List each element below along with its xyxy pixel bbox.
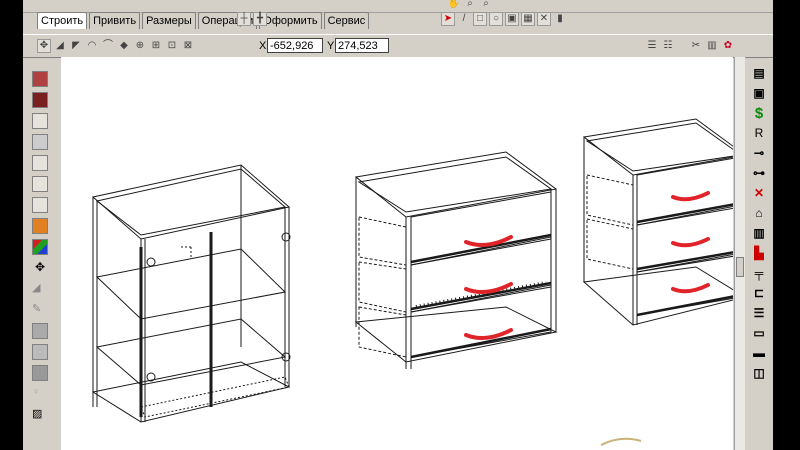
- handle-4: [671, 191, 710, 202]
- y-coord-label: Y: [327, 40, 335, 52]
- frame-icon[interactable]: [32, 176, 48, 192]
- right-letterbox: [773, 0, 800, 450]
- snap-move-icon[interactable]: ✥: [37, 39, 51, 53]
- screw-icon[interactable]: ⊸: [751, 145, 767, 161]
- menu-tabs: Строить Привить Размеры Операции Оформит…: [37, 12, 370, 30]
- panel-icon[interactable]: [32, 134, 48, 150]
- select-arrow-icon[interactable]: ➤: [441, 12, 455, 26]
- cabinet-icon[interactable]: ⌂: [751, 205, 767, 221]
- left-letterbox: [0, 0, 23, 450]
- lamp-icon[interactable]: ♀: [32, 386, 48, 402]
- door-icon[interactable]: ▥: [705, 39, 719, 53]
- bottom-icon[interactable]: ▬: [751, 345, 767, 361]
- zoom-out-icon[interactable]: ⌕: [479, 0, 493, 9]
- rail-icon[interactable]: ╤: [751, 265, 767, 281]
- shelf-tool-icon[interactable]: ☰: [751, 305, 767, 321]
- edit-icon[interactable]: ✎: [32, 302, 48, 318]
- circle-tool-icon[interactable]: ○: [489, 12, 503, 26]
- snap-solid-icon[interactable]: ◆: [117, 39, 131, 53]
- snap-arc-icon[interactable]: ◠: [85, 39, 99, 53]
- box-icon[interactable]: [32, 71, 48, 87]
- right-toolbar: ▤ ▣ $ R ⊸ ⊶ ✕ ⌂ ▥ ▙ ╤ ⊏ ☰ ▭ ▬ ◫: [745, 57, 773, 450]
- zoom-toolbar: ✋ ⌕ ⌕: [447, 0, 493, 9]
- box-dark-icon[interactable]: [32, 92, 48, 108]
- list-icon[interactable]: ☰: [645, 39, 659, 53]
- furniture-wireframe: [91, 118, 733, 446]
- dowel-icon[interactable]: ⊶: [751, 165, 767, 181]
- x-coord-label: X: [259, 40, 267, 52]
- move-icon[interactable]: ✥: [32, 260, 48, 276]
- hinge-icon[interactable]: ▥: [751, 225, 767, 241]
- chest-of-drawers-large: [354, 151, 558, 369]
- stack-icon[interactable]: [32, 155, 48, 171]
- tab-format[interactable]: Оформить: [259, 12, 322, 29]
- list-tree-icon[interactable]: ☷: [661, 39, 675, 53]
- cad-window: Строить Привить Размеры Операции Оформит…: [23, 0, 773, 450]
- coord-right-toolbar: ☰ ☷ ✂ ▥ ✿: [645, 39, 735, 53]
- vertical-scrollbar[interactable]: [734, 57, 745, 450]
- delete-tool-icon[interactable]: ✕: [537, 12, 551, 26]
- handle-6: [671, 283, 710, 294]
- x-coord-field[interactable]: -652,926: [267, 38, 323, 53]
- snap-point-icon[interactable]: ╋: [253, 12, 267, 26]
- snap-curve-icon[interactable]: ⌒: [101, 39, 115, 53]
- snap-tangent-icon[interactable]: ⊡: [165, 39, 179, 53]
- tab-snap[interactable]: Привить: [89, 12, 141, 29]
- color-cube-icon[interactable]: [32, 239, 48, 255]
- cursor-trail: [600, 437, 642, 446]
- mirror-icon[interactable]: [32, 344, 48, 360]
- select-icon[interactable]: ◢: [32, 281, 48, 297]
- pan-icon[interactable]: ✋: [447, 0, 461, 9]
- box-3d-icon[interactable]: ◫: [751, 365, 767, 381]
- wireframe-box-icon[interactable]: [32, 197, 48, 213]
- zoom-in-icon[interactable]: ⌕: [463, 0, 477, 9]
- camera-icon[interactable]: ▨: [32, 407, 48, 423]
- chart-tool-icon[interactable]: ▮: [553, 12, 567, 26]
- mini-toolbar: ┼ ╋: [237, 12, 267, 26]
- tab-build[interactable]: Строить: [37, 12, 88, 29]
- snap-perp-icon[interactable]: ⊞: [149, 39, 163, 53]
- line-tool-icon[interactable]: /: [457, 12, 471, 26]
- coordinate-bar: ✥ ◢ ◤ ◠ ⌒ ◆ ⊕ ⊞ ⊡ ⊠ X -652,926 Y 274,523…: [23, 34, 773, 58]
- view-toolbar: ➤ / □ ○ ▣ ▦ ✕ ▮: [441, 12, 567, 26]
- gray-cube-icon[interactable]: [32, 365, 48, 381]
- snap-toolbar: ✥ ◢ ◤ ◠ ⌒ ◆ ⊕ ⊞ ⊡ ⊠: [37, 39, 195, 53]
- drawing-canvas[interactable]: [61, 57, 733, 450]
- palette-icon[interactable]: ✿: [721, 39, 735, 53]
- letter-r-icon[interactable]: R: [751, 125, 767, 141]
- chest-of-drawers-small: [582, 118, 733, 326]
- snap-edge-icon[interactable]: ◢: [53, 39, 67, 53]
- plan-icon[interactable]: ▤: [751, 65, 767, 81]
- snap-face-icon[interactable]: ◤: [69, 39, 83, 53]
- drawer-icon[interactable]: ▭: [751, 325, 767, 341]
- tab-dimensions[interactable]: Размеры: [142, 12, 196, 29]
- tab-service[interactable]: Сервис: [323, 12, 370, 29]
- rect-tool-icon[interactable]: □: [473, 12, 487, 26]
- pattern-tool-icon[interactable]: ▦: [521, 12, 535, 26]
- no-fastener-icon[interactable]: ✕: [751, 185, 767, 201]
- snap-center-icon[interactable]: ⊠: [181, 39, 195, 53]
- snap-mid-icon[interactable]: ⊕: [133, 39, 147, 53]
- orange-cube-icon[interactable]: [32, 218, 48, 234]
- dollar-icon[interactable]: $: [751, 105, 767, 122]
- y-coord-field[interactable]: 274,523: [335, 38, 389, 53]
- scrollbar-thumb[interactable]: [736, 257, 744, 277]
- handle-icon[interactable]: ⊏: [751, 285, 767, 301]
- extrude-icon[interactable]: [32, 323, 48, 339]
- layers-icon[interactable]: ▣: [751, 85, 767, 101]
- copy-tool-icon[interactable]: ▣: [505, 12, 519, 26]
- scissors-icon[interactable]: ✂: [689, 39, 703, 53]
- red-green-icon[interactable]: ▙: [751, 245, 767, 261]
- handle-5: [671, 237, 710, 248]
- open-cabinet: [91, 164, 291, 423]
- snap-grid-icon[interactable]: ┼: [237, 12, 251, 26]
- box-outline-icon[interactable]: [32, 113, 48, 129]
- handle-3: [464, 328, 513, 341]
- left-toolbar: ✥ ◢ ✎ ♀ ▨: [23, 57, 57, 450]
